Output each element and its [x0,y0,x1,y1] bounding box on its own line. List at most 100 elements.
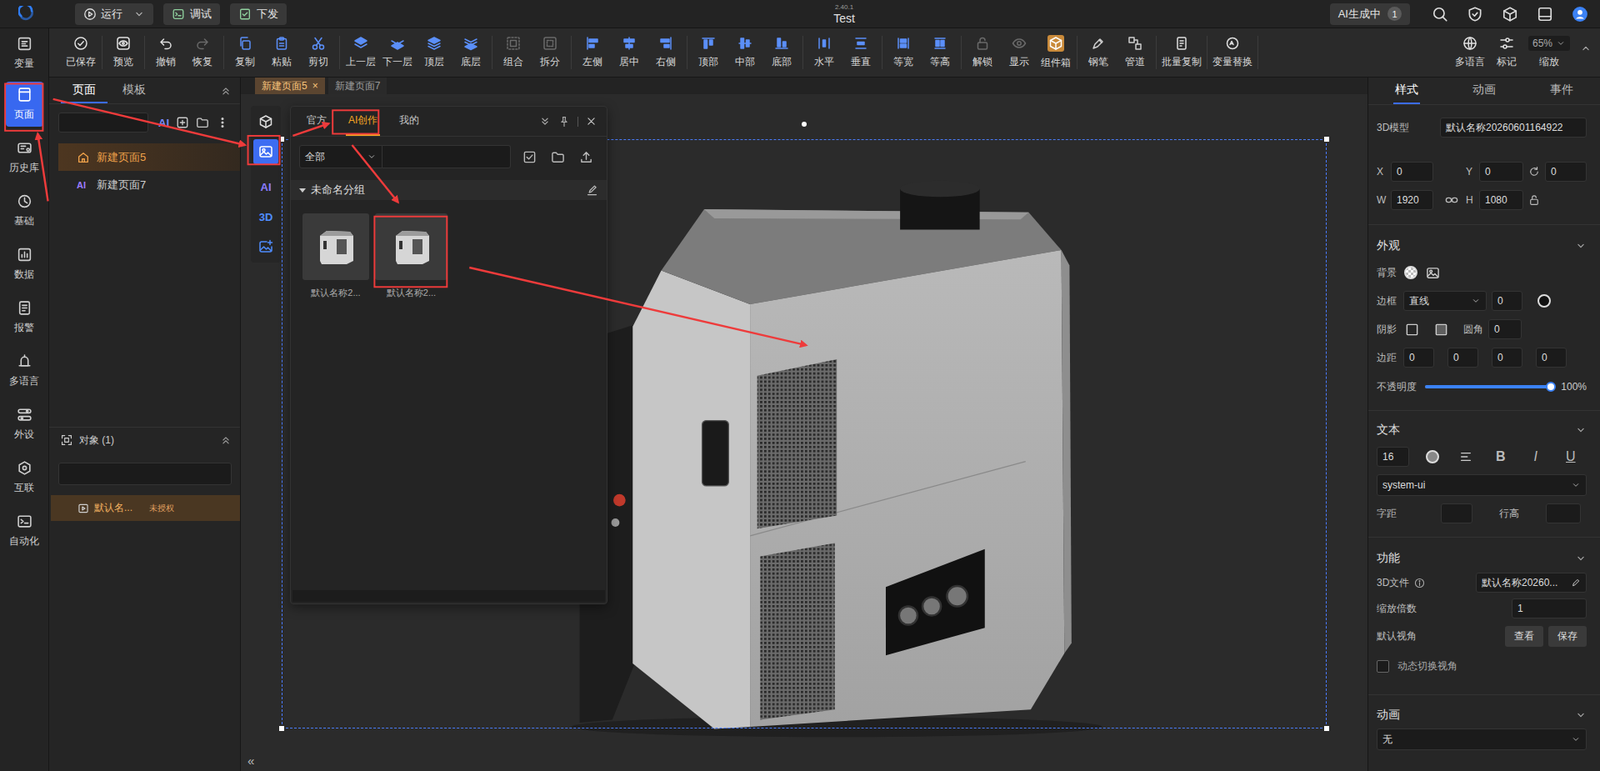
inspector-tab[interactable]: 事件 [1522,77,1600,105]
letter-spacing-input[interactable] [1440,503,1473,524]
padding-input[interactable]: 0 [1403,347,1435,368]
toolbar-button[interactable]: 钢笔 [1080,35,1117,70]
padding-input[interactable]: 0 [1535,347,1567,368]
toolbar-button[interactable]: 变量替换 [1210,35,1255,70]
section-header[interactable]: 文本 [1376,417,1587,443]
resize-handle[interactable] [1324,136,1330,142]
toolbar-button[interactable]: 右侧 [647,35,685,70]
border-color-swatch[interactable] [1537,294,1551,308]
toolbar-button[interactable]: 剪切 [300,35,337,70]
canvas-tab[interactable]: 新建页面5× [255,77,325,95]
toolbar-button[interactable]: 预览 [105,35,142,70]
library-tab[interactable]: 官方 [304,106,330,136]
field-input[interactable]: 1920 [1390,190,1434,210]
page-item[interactable]: AI新建页面7 [58,170,240,199]
toolbar-button[interactable]: 组合 [495,35,532,70]
field-input[interactable]: 0 [1545,161,1587,182]
toolbar-button[interactable]: 组件箱 [1037,35,1075,70]
field-input[interactable]: 0 [1479,161,1524,182]
canvas-tab[interactable]: 新建页面7 [328,77,388,95]
toolbar-button[interactable]: 多语言 [1451,35,1489,70]
toolbar-button[interactable]: 解锁 [964,35,1001,70]
strip-button[interactable] [253,109,279,135]
opacity-thumb[interactable] [1545,381,1556,392]
opacity-slider[interactable] [1425,385,1551,389]
toolbar-button[interactable]: 顶层 [415,35,453,70]
nav-item[interactable]: 基础 [0,184,49,238]
toolbar-button[interactable]: 恢复 [184,35,221,70]
dynamic-view-checkbox[interactable] [1376,660,1390,673]
scale-input[interactable]: 1 [1511,598,1587,619]
collapse-panel-button[interactable]: « [247,753,255,768]
panel-tab[interactable]: 模板 [110,77,158,104]
pages-search[interactable] [58,112,149,133]
section-header[interactable]: 外观 [1376,233,1587,259]
library-tab[interactable]: AI创作 [345,106,380,136]
library-search[interactable] [382,145,511,169]
nav-item[interactable]: 自动化 [0,504,49,558]
toolbar-button[interactable]: 粘贴 [263,35,300,70]
library-card[interactable]: 默认名称2... [302,213,370,300]
animation-select[interactable]: 无 [1376,728,1587,750]
toolbar-button[interactable]: 管道 [1116,35,1154,70]
library-card[interactable]: 默认名称2... [375,213,448,300]
model-name-input[interactable]: 默认名称20260601164922 [1440,117,1587,138]
toolbar-button[interactable]: 水平 [805,35,843,70]
padding-input[interactable]: 0 [1491,347,1523,368]
toolbar-button[interactable]: 等宽 [885,35,922,70]
toolbar-button[interactable]: 居中 [610,35,648,70]
nav-item[interactable]: 报警 [0,290,49,345]
toolbar-button[interactable]: 批量复制 [1159,35,1205,70]
italic-button[interactable]: I [1534,449,1538,465]
zoom-control[interactable]: 65%缩放 [1525,35,1574,70]
toolbar-button[interactable]: 标记 [1488,35,1525,70]
model-file-field[interactable]: 默认名称20260... [1475,572,1587,593]
library-tab[interactable]: 我的 [396,106,422,136]
toolbar-button[interactable]: 等高 [921,35,959,70]
toolbar-button[interactable]: 中部 [726,35,764,70]
underline-button[interactable]: U [1565,449,1576,465]
strip-button[interactable]: AI [253,174,279,200]
field-input[interactable]: 0 [1390,161,1434,182]
nav-item[interactable]: 外设 [0,397,49,451]
field-input[interactable]: 0 [1491,290,1523,311]
section-header[interactable]: 动画 [1376,702,1587,728]
padding-input[interactable]: 0 [1447,347,1479,368]
view-button[interactable]: 查看 [1505,625,1544,647]
panel-tab[interactable]: 页面 [60,77,108,104]
nav-item[interactable]: 数据 [0,237,49,291]
resize-handle[interactable] [1324,725,1330,731]
toolbar-button[interactable]: 已保存 [62,35,100,70]
section-header[interactable]: 功能 [1376,545,1587,571]
nav-item[interactable]: 页面 [0,77,49,131]
toolbar-button[interactable]: 顶部 [690,35,727,70]
toolbar-button[interactable]: 复制 [226,35,264,70]
objects-search[interactable] [58,462,232,485]
toolbar-button[interactable]: 垂直 [842,35,880,70]
background-color-swatch[interactable] [1404,265,1418,280]
ai-create-button[interactable]: AI [158,116,170,130]
bold-button[interactable]: B [1495,449,1506,465]
category-select[interactable]: 全部 [299,145,383,169]
nav-item[interactable]: 变量 [0,28,49,78]
nav-item[interactable]: 多语言 [0,344,49,398]
toolbar-button[interactable]: 底层 [452,35,490,70]
nav-item[interactable]: 历史库 [0,130,49,185]
toolbar-button[interactable]: 上一层 [342,35,380,70]
resize-handle[interactable] [279,725,285,731]
strip-button[interactable] [253,139,279,165]
field-input[interactable]: 1080 [1479,190,1524,210]
close-tab-button[interactable]: × [312,80,319,92]
debug-button[interactable]: 调试 [163,3,220,25]
inspector-tab[interactable]: 样式 [1368,77,1446,105]
object-item[interactable]: 默认名...未授权 [50,495,240,521]
font-size-input[interactable]: 16 [1376,446,1410,467]
inspector-tab[interactable]: 动画 [1445,77,1524,105]
toolbar-button[interactable]: 撤销 [147,35,185,70]
font-family-select[interactable]: system-ui [1376,474,1587,496]
toolbar-button[interactable]: 左侧 [574,35,611,70]
text-color-swatch[interactable] [1425,450,1440,464]
toolbar-button[interactable]: 下一层 [379,35,416,70]
border-style-select[interactable]: 直线 [1403,290,1487,311]
rotate-handle[interactable] [801,121,807,127]
